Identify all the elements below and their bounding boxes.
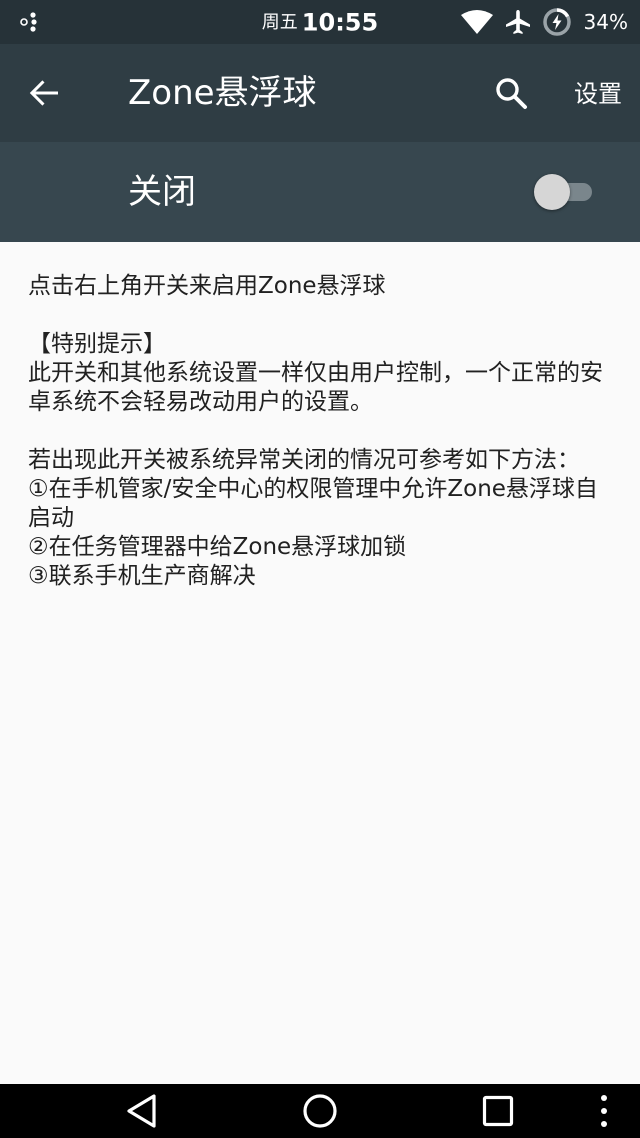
troubleshoot-intro: 若出现此开关被系统异常关闭的情况可参考如下方法： (28, 447, 580, 473)
back-button[interactable] (22, 71, 66, 115)
nav-recents-button[interactable] (478, 1091, 518, 1131)
status-day: 周五 (261, 11, 298, 33)
nav-home-button[interactable] (300, 1091, 340, 1131)
master-switch-bar[interactable]: 关闭 (0, 142, 640, 242)
home-circle-icon (303, 1094, 337, 1128)
navigation-bar (0, 1084, 640, 1138)
recents-square-icon (482, 1095, 514, 1127)
airplane-mode-icon (505, 10, 530, 34)
battery-charging-icon (542, 8, 571, 36)
status-time: 10:55 (301, 8, 379, 37)
info-text-block: 点击右上角开关来启用Zone悬浮球 【特别提示】 此开关和其他系统设置一样仅由用… (28, 272, 618, 591)
back-triangle-icon (127, 1094, 156, 1128)
app-bar: Zone悬浮球 设置 (0, 44, 640, 142)
search-icon (496, 78, 527, 109)
notice-title: 【特别提示】 (28, 331, 166, 357)
screen: 周五 10:55 34% Zone悬浮球 设置 关闭 点击右上角开关来启用Zon… (0, 0, 640, 1138)
settings-button[interactable]: 设置 (566, 74, 630, 114)
arrow-back-icon (29, 80, 58, 106)
wifi-icon (460, 10, 493, 34)
search-button[interactable] (488, 70, 534, 116)
step-2: ②在任务管理器中给Zone悬浮球加锁 (28, 534, 407, 560)
step-3: ③联系手机生产商解决 (28, 563, 256, 589)
notice-body: 此开关和其他系统设置一样仅由用户控制，一个正常的安卓系统不会轻易改动用户的设置。 (28, 360, 603, 415)
status-icons: 34% (460, 7, 628, 37)
nav-menu-button[interactable] (584, 1091, 624, 1131)
nav-back-button[interactable] (122, 1091, 162, 1131)
intro-text: 点击右上角开关来启用Zone悬浮球 (28, 273, 386, 299)
switch-status-label: 关闭 (128, 172, 196, 212)
page-title: Zone悬浮球 (128, 73, 317, 113)
battery-percent: 34% (583, 10, 628, 34)
step-1: ①在手机管家/安全中心的权限管理中允许Zone悬浮球自启动 (28, 476, 598, 531)
more-vert-icon (601, 1095, 607, 1127)
toggle-thumb (534, 174, 570, 210)
status-bar: 周五 10:55 34% (0, 0, 640, 44)
enable-toggle[interactable] (530, 172, 598, 212)
